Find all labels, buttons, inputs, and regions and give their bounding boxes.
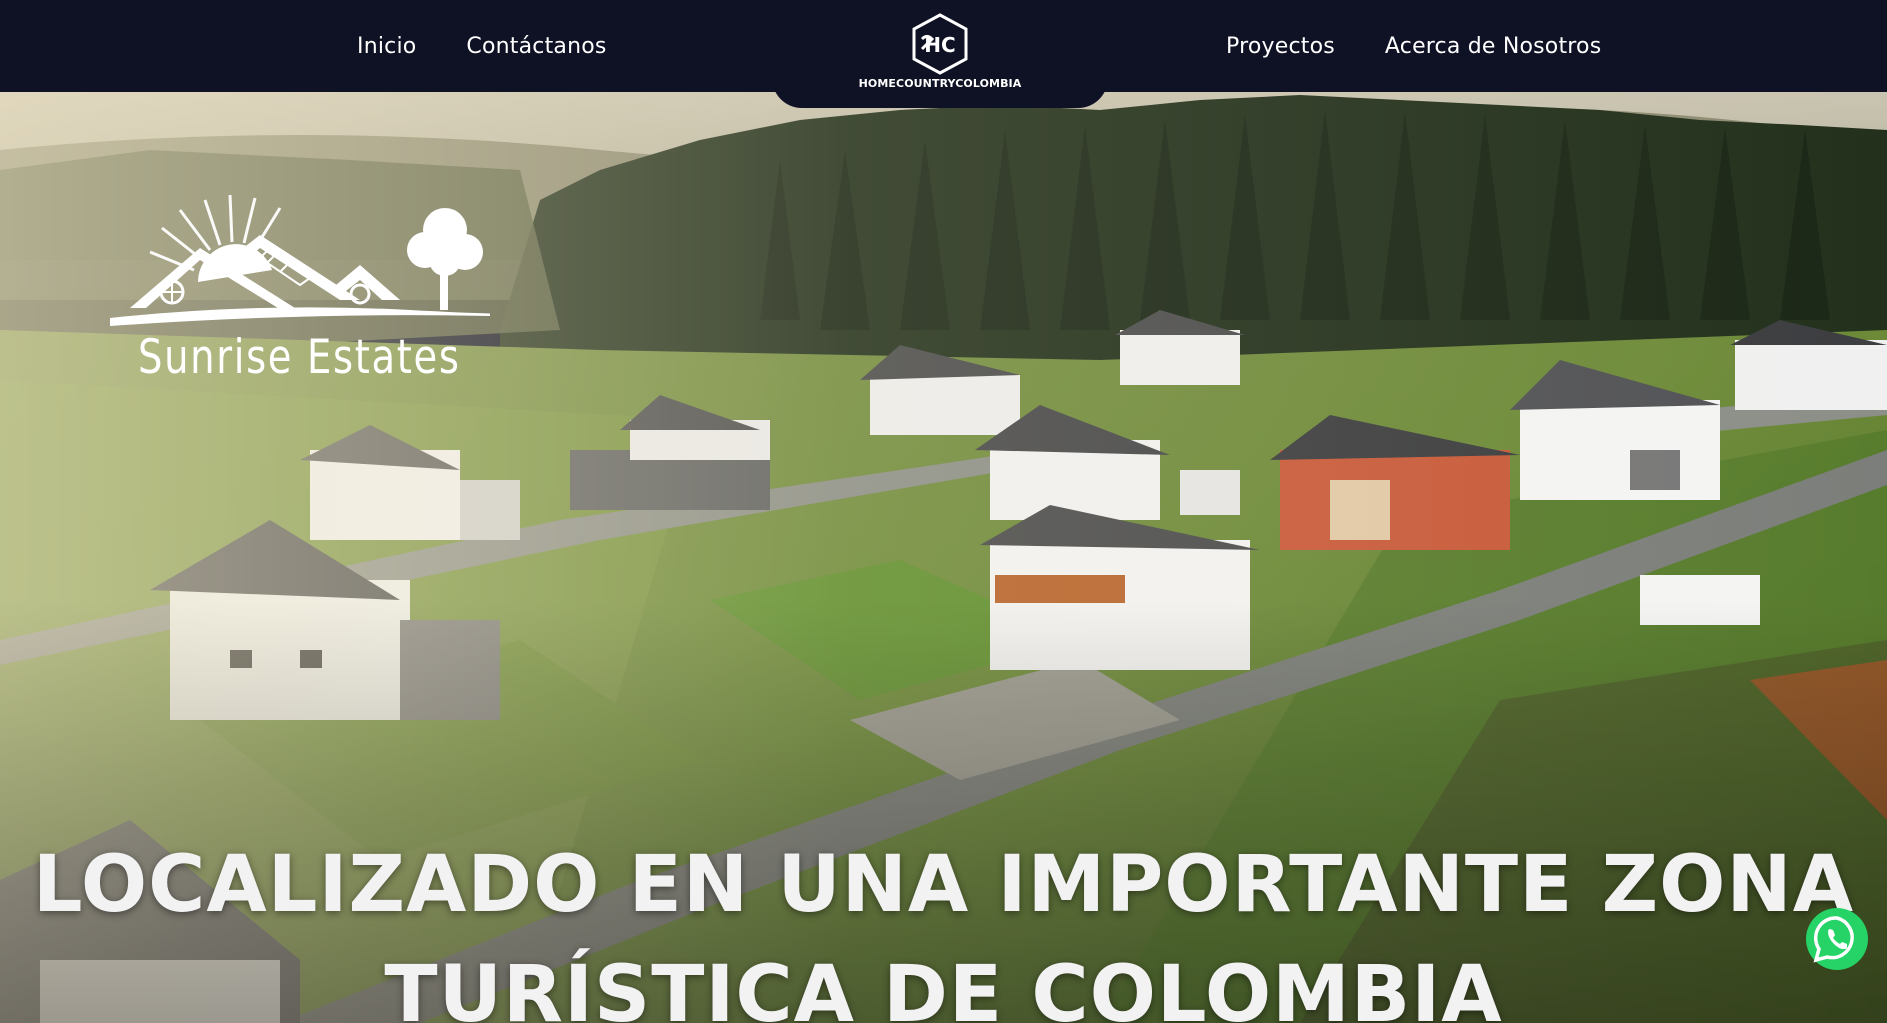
brand-name: HOMECOUNTRYCOLOMBIA [858,77,1022,90]
project-logo: Sunrise Estates [110,190,513,390]
whatsapp-icon [1806,908,1868,970]
nav-link-contactanos[interactable]: Contáctanos [466,34,606,59]
nav-link-proyectos[interactable]: Proyectos [1226,34,1335,59]
project-name: Sunrise Estates [138,330,461,385]
hch-hexagon-logo-icon: HC [912,13,968,75]
whatsapp-button[interactable] [1803,905,1871,973]
nav-right-group: Proyectos Acerca de Nosotros [1226,0,1601,92]
headline-line-2: TURÍSTICA DE COLOMBIA [384,950,1503,1023]
hero-headline: LOCALIZADO EN UNA IMPORTANTE ZONA TURÍST… [0,830,1887,1023]
brand-logo[interactable]: HC HOMECOUNTRYCOLOMBIA [790,12,1090,100]
nav-left-group: Inicio Contáctanos [357,0,607,92]
nav-link-inicio[interactable]: Inicio [357,34,416,59]
house-sun-tree-logo-icon [110,194,513,326]
nav-link-acerca-de-nosotros[interactable]: Acerca de Nosotros [1385,34,1601,59]
landing-page: Inicio Contáctanos HC HOMECOUNTRYCOLOMBI… [0,0,1887,1023]
headline-line-1: LOCALIZADO EN UNA IMPORTANTE ZONA [32,840,1855,930]
